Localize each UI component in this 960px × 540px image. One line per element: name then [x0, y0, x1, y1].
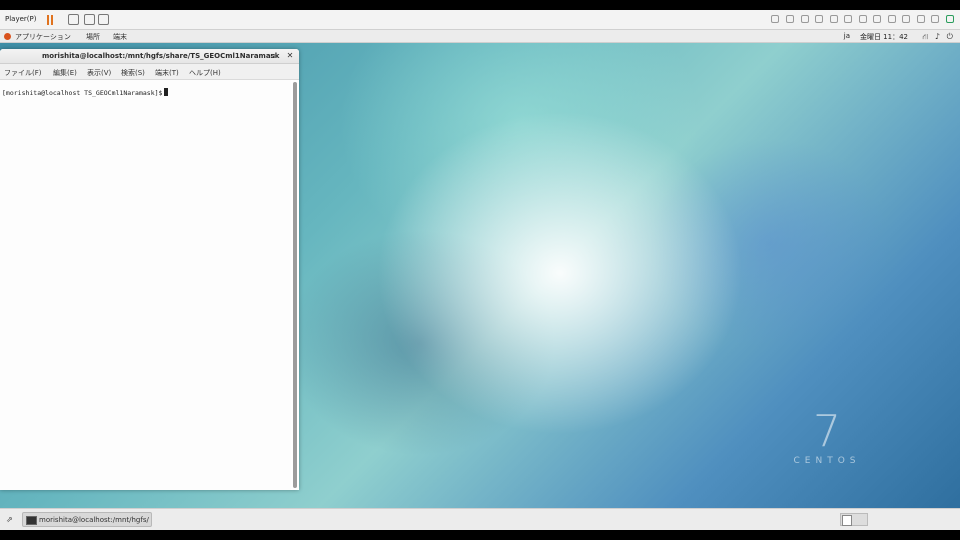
player-menu[interactable]: Player(P) — [5, 15, 36, 23]
fit-window-icon[interactable] — [84, 14, 95, 25]
clock[interactable]: 金曜日 11：42 — [860, 32, 908, 42]
device-icon[interactable] — [785, 15, 794, 23]
device-icon[interactable] — [931, 15, 940, 23]
volume-icon[interactable]: ♪ — [935, 32, 940, 41]
places-menu[interactable]: 場所 — [86, 32, 100, 42]
workspace-1[interactable] — [842, 515, 852, 526]
maximize-icon[interactable]: ▫ — [268, 51, 278, 60]
applications-menu[interactable]: アプリケーション — [15, 32, 71, 42]
close-icon[interactable]: ✕ — [285, 51, 295, 60]
shell-prompt: [morishita@localhost TS_GEOCml1Naramask]… — [2, 88, 169, 97]
vm-player-toolbar: Player(P) — [0, 10, 960, 30]
menu-search[interactable]: 検索(S) — [121, 68, 145, 78]
device-icon[interactable] — [858, 15, 867, 23]
centos-logo: 7 CENTOS — [782, 408, 872, 488]
device-icon[interactable] — [902, 15, 911, 23]
prompt-text: [morishita@localhost TS_GEOCml1Naramask]… — [2, 89, 163, 97]
message-icon[interactable] — [946, 15, 954, 23]
terminal-menu[interactable]: 端末 — [113, 32, 127, 42]
minimize-icon[interactable]: – — [251, 51, 261, 60]
device-icon[interactable] — [916, 15, 925, 23]
workspace-switcher[interactable] — [840, 513, 868, 526]
device-icon[interactable] — [887, 15, 896, 23]
menu-view[interactable]: 表示(V) — [87, 68, 111, 78]
pause-icon[interactable] — [47, 15, 54, 25]
device-icon[interactable] — [771, 15, 780, 23]
menu-file[interactable]: ファイル(F) — [4, 68, 42, 78]
input-language[interactable]: ja — [844, 32, 850, 40]
terminal-titlebar[interactable]: morishita@localhost:/mnt/hgfs/share/TS_G… — [0, 49, 299, 64]
device-icon[interactable] — [873, 15, 882, 23]
logo-number: 7 — [813, 406, 841, 457]
window-list-bar: ⇗ morishita@localhost:/mnt/hgfs/share/TS… — [0, 508, 960, 530]
taskbar-item-label: morishita@localhost:/mnt/hgfs/share/TS_G… — [39, 516, 149, 524]
terminal-window[interactable]: morishita@localhost:/mnt/hgfs/share/TS_G… — [0, 49, 299, 490]
gnome-top-bar: アプリケーション 場所 端末 ja 金曜日 11：42 ⛙ ♪ ⏻ — [0, 30, 960, 43]
text-cursor — [164, 88, 169, 96]
device-icon[interactable] — [800, 15, 809, 23]
unity-icon[interactable] — [98, 14, 109, 25]
device-icon[interactable] — [815, 15, 824, 23]
logo-word: CENTOS — [793, 456, 861, 466]
terminal-menubar: ファイル(F) 編集(E) 表示(V) 検索(S) 端末(T) ヘルプ(H) — [0, 64, 299, 80]
terminal-scrollbar[interactable] — [293, 82, 297, 488]
show-desktop-icon[interactable]: ⇗ — [6, 515, 15, 524]
applications-icon — [4, 33, 11, 40]
device-icon[interactable] — [829, 15, 838, 23]
send-ctrl-alt-del-icon[interactable] — [68, 14, 79, 25]
device-icons — [767, 15, 954, 25]
menu-edit[interactable]: 編集(E) — [53, 68, 77, 78]
device-icon[interactable] — [844, 15, 853, 23]
network-icon[interactable]: ⛙ — [922, 32, 928, 42]
taskbar-item-terminal[interactable]: morishita@localhost:/mnt/hgfs/share/TS_G… — [22, 512, 152, 527]
terminal-icon — [26, 516, 37, 525]
window-title: morishita@localhost:/mnt/hgfs/share/TS_G… — [42, 52, 280, 60]
menu-terminal[interactable]: 端末(T) — [155, 68, 179, 78]
menu-help[interactable]: ヘルプ(H) — [189, 68, 221, 78]
power-icon[interactable]: ⏻ — [947, 32, 953, 42]
terminal-body[interactable]: [morishita@localhost TS_GEOCml1Naramask]… — [0, 80, 291, 490]
